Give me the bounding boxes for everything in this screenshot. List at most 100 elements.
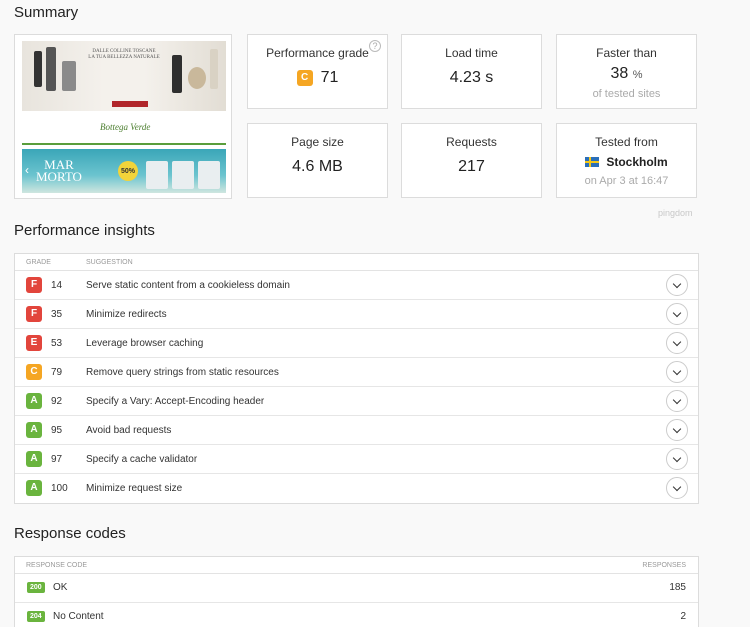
response-code-row: 204 No Content 2	[15, 603, 698, 627]
product-pack-icon	[198, 161, 220, 189]
response-code-row: 200 OK 185	[15, 574, 698, 603]
insight-row[interactable]: A 97 Specify a cache validator	[15, 445, 698, 474]
response-count: 2	[680, 611, 686, 622]
expand-button[interactable]	[666, 274, 688, 296]
chevron-down-icon	[672, 366, 682, 375]
page-size-label: Page size	[291, 135, 344, 149]
expand-button[interactable]	[666, 303, 688, 325]
performance-grade-value: 71	[320, 69, 339, 86]
pingdom-watermark: pingdom	[658, 208, 693, 218]
insight-score: 14	[51, 280, 63, 291]
insight-suggestion: Specify a Vary: Accept-Encoding header	[86, 396, 265, 407]
expand-button[interactable]	[666, 361, 688, 383]
insight-score: 79	[51, 367, 63, 378]
chevron-down-icon	[672, 337, 682, 346]
expand-button[interactable]	[666, 477, 688, 499]
response-code-badge: 204	[27, 611, 45, 622]
faster-than-card: Faster than 38 % of tested sites	[556, 34, 697, 109]
thumbnail-hero-text: DALLE COLLINE TOSCANE LA TUA BELLEZZA NA…	[88, 49, 160, 60]
chevron-down-icon	[672, 308, 682, 317]
faster-than-sub: of tested sites	[592, 88, 661, 100]
chevron-down-icon	[672, 279, 682, 288]
grade-badge: A	[26, 451, 42, 467]
summary-title: Summary	[14, 4, 79, 21]
load-time-label: Load time	[445, 46, 498, 60]
chevron-down-icon	[672, 453, 682, 462]
page-size-value: 4.6 MB	[292, 158, 343, 175]
insight-row[interactable]: F 14 Serve static content from a cookieles…	[15, 271, 698, 300]
grade-badge: E	[26, 335, 42, 351]
response-code-text: No Content	[53, 611, 104, 622]
responses-column-header: RESPONSES	[642, 562, 686, 569]
sweden-flag-icon	[585, 157, 600, 167]
requests-label: Requests	[446, 135, 497, 149]
requests-value: 217	[458, 158, 485, 175]
product-jar-icon	[188, 67, 206, 89]
product-bottle-icon	[46, 47, 56, 91]
insight-score: 92	[51, 396, 63, 407]
chevron-left-icon: ‹	[25, 163, 29, 177]
response-codes-title: Response codes	[14, 525, 126, 542]
thumbnail-promo-banner: ‹ MAR MORTO 50%	[22, 149, 226, 193]
insight-suggestion: Minimize request size	[86, 483, 183, 494]
grade-badge: F	[26, 277, 42, 293]
grade-column-header: GRADE	[26, 259, 51, 266]
grade-badge: C	[296, 70, 313, 86]
insight-row[interactable]: F 35 Minimize redirects	[15, 300, 698, 329]
insight-row[interactable]: A 92 Specify a Vary: Accept-Encoding heade…	[15, 387, 698, 416]
response-codes-table-header: RESPONSE CODE RESPONSES	[15, 557, 698, 574]
insights-table: GRADE SUGGESTION F 14 Serve static content…	[14, 253, 699, 504]
faster-than-value: 38	[610, 65, 629, 82]
insight-row[interactable]: C 79 Remove query strings from static reso…	[15, 358, 698, 387]
thumbnail-hero-banner: DALLE COLLINE TOSCANE LA TUA BELLEZZA NA…	[22, 41, 226, 111]
requests-card: Requests 217	[401, 123, 542, 198]
help-icon[interactable]: ?	[369, 40, 381, 52]
insight-suggestion: Serve static content from a cookieless d…	[86, 280, 290, 291]
expand-button[interactable]	[666, 419, 688, 441]
grade-badge: C	[26, 364, 42, 380]
insight-suggestion: Minimize redirects	[86, 309, 167, 320]
response-count: 185	[669, 582, 686, 593]
page-screenshot-thumbnail[interactable]: DALLE COLLINE TOSCANE LA TUA BELLEZZA NA…	[14, 34, 232, 199]
performance-grade-label: Performance grade	[266, 46, 369, 60]
grade-badge: A	[26, 422, 42, 438]
tested-from-label: Tested from	[595, 135, 658, 149]
page-size-card: Page size 4.6 MB	[247, 123, 388, 198]
response-codes-table: RESPONSE CODE RESPONSES 200 OK 185 204 No Co…	[14, 556, 699, 627]
product-pack-icon	[172, 161, 194, 189]
grade-badge: F	[26, 306, 42, 322]
product-bottle-icon	[210, 49, 218, 89]
insight-score: 35	[51, 309, 63, 320]
thumbnail-banner-text: MAR MORTO	[36, 157, 82, 184]
insight-suggestion: Leverage browser caching	[86, 338, 204, 349]
tested-from-city: Stockholm	[606, 155, 668, 169]
product-bottle-icon	[34, 51, 42, 87]
grade-badge: A	[26, 393, 42, 409]
insight-row[interactable]: E 53 Leverage browser caching	[15, 329, 698, 358]
chevron-down-icon	[672, 395, 682, 404]
expand-button[interactable]	[666, 390, 688, 412]
thumbnail-nav-bar: Bottega Verde	[22, 117, 226, 145]
insights-table-header: GRADE SUGGESTION	[15, 254, 698, 271]
insight-row[interactable]: A 100 Minimize request size	[15, 474, 698, 503]
response-code-column-header: RESPONSE CODE	[26, 562, 88, 569]
chevron-down-icon	[672, 424, 682, 433]
suggestion-column-header: SUGGESTION	[86, 259, 133, 266]
product-bottle-icon	[172, 55, 182, 93]
tested-from-date: on Apr 3 at 16:47	[584, 175, 669, 187]
performance-grade-card: ? Performance grade C 71	[247, 34, 388, 109]
expand-button[interactable]	[666, 332, 688, 354]
insights-title: Performance insights	[14, 222, 155, 239]
thumbnail-discount-badge: 50%	[118, 161, 138, 181]
load-time-card: Load time 4.23 s	[401, 34, 542, 109]
insight-suggestion: Avoid bad requests	[86, 425, 172, 436]
insight-score: 100	[51, 483, 68, 494]
response-code-text: OK	[53, 582, 68, 593]
faster-than-unit: %	[632, 69, 643, 81]
expand-button[interactable]	[666, 448, 688, 470]
insight-score: 97	[51, 454, 63, 465]
load-time-value: 4.23 s	[449, 69, 494, 86]
insight-row[interactable]: A 95 Avoid bad requests	[15, 416, 698, 445]
product-pack-icon	[146, 161, 168, 189]
thumbnail-logo: Bottega Verde	[100, 122, 151, 132]
